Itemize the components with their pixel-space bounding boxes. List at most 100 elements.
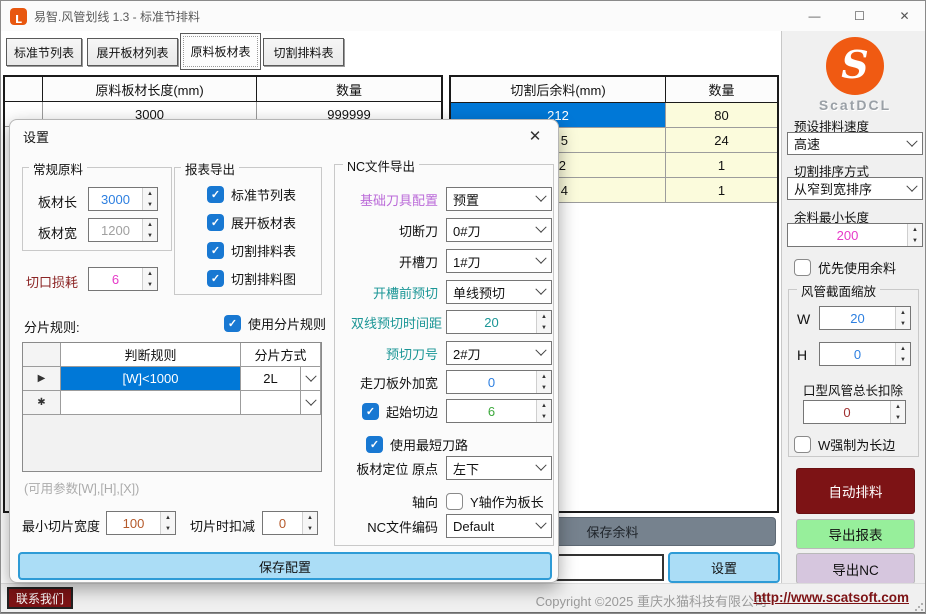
checkbox-icon[interactable] — [794, 436, 811, 453]
spin-up-icon[interactable] — [161, 512, 175, 523]
spin-up-icon[interactable] — [537, 400, 551, 411]
tab-raw-sheet-table[interactable]: 原料板材表 — [180, 33, 261, 70]
spin-up-icon[interactable] — [891, 401, 905, 412]
save-config-button[interactable]: 保存配置 — [18, 552, 552, 580]
export-report-button[interactable]: 导出报表 — [796, 519, 915, 549]
min-slice-width-stepper[interactable]: 100 — [106, 511, 176, 535]
double-precut-gap-stepper[interactable]: 20 — [446, 310, 552, 334]
tab-standard-section-list[interactable]: 标准节列表 — [6, 38, 82, 66]
spin-up-icon[interactable] — [143, 268, 157, 279]
extra-width-stepper[interactable]: 0 — [446, 370, 552, 394]
rule-mode-cell[interactable]: 2L — [241, 367, 301, 391]
use-remnant-first-checkbox[interactable]: 优先使用余料 — [794, 258, 896, 277]
spin-down-icon[interactable] — [537, 382, 551, 393]
min-remnant-stepper[interactable]: 200 — [787, 223, 923, 247]
spin-up-icon[interactable] — [537, 311, 551, 322]
stock-qty-header[interactable]: 数量 — [257, 77, 441, 102]
report-item-checkbox[interactable]: 标准节列表 — [207, 185, 296, 204]
precut-mode-select[interactable]: 单线预切 — [446, 280, 552, 304]
h-stepper[interactable]: 0 — [819, 342, 911, 366]
maximize-icon[interactable]: ☐ — [837, 1, 882, 31]
sort-select[interactable]: 从窄到宽排序 — [787, 177, 923, 200]
rule-mode-dropdown[interactable] — [301, 391, 321, 415]
report-item-checkbox[interactable]: 展开板材表 — [207, 213, 296, 232]
stock-length-header[interactable]: 原料板材长度(mm) — [43, 77, 257, 102]
dialog-close-icon[interactable]: ✕ — [524, 125, 546, 147]
title-bar: L 易智.风管划线 1.3 - 标准节排料 — ☐ ✕ — [1, 1, 926, 31]
cutoff-tool-select[interactable]: 0#刀 — [446, 218, 552, 242]
remnant-qty-cell[interactable]: 80 — [666, 103, 777, 128]
remnant-qty-cell[interactable]: 1 — [666, 153, 777, 178]
rule-mode-header[interactable]: 分片方式 — [241, 343, 321, 367]
remnant-header[interactable]: 切割后余料(mm) — [451, 77, 666, 103]
spin-up-icon[interactable] — [143, 219, 157, 230]
contact-us-button[interactable]: 联系我们 — [7, 587, 73, 609]
nc-encoding-select[interactable]: Default — [446, 514, 552, 538]
checkbox-checked-icon[interactable] — [207, 242, 224, 259]
rule-condition-cell[interactable]: [W]<1000 — [61, 367, 241, 391]
speed-select[interactable]: 高速 — [787, 132, 923, 155]
spin-down-icon[interactable] — [143, 199, 157, 210]
rule-condition-cell-empty[interactable] — [61, 391, 241, 415]
spin-up-icon[interactable] — [143, 188, 157, 199]
groove-tool-select[interactable]: 1#刀 — [446, 249, 552, 273]
spin-down-icon[interactable] — [896, 318, 910, 329]
start-edge-stepper[interactable]: 6 — [446, 399, 552, 423]
rule-mode-cell-empty[interactable] — [241, 391, 301, 415]
minimize-icon[interactable]: — — [792, 1, 837, 31]
sheet-width-stepper[interactable]: 1200 — [88, 218, 158, 242]
kerf-loss-stepper[interactable]: 6 — [88, 267, 158, 291]
settings-button[interactable]: 设置 — [668, 552, 780, 583]
remnant-qty-cell[interactable]: 24 — [666, 128, 777, 153]
checkbox-checked-icon[interactable] — [224, 315, 241, 332]
tab-cutting-layout-table[interactable]: 切割排料表 — [263, 38, 344, 66]
spin-down-icon[interactable] — [891, 412, 905, 423]
w-stepper[interactable]: 20 — [819, 306, 911, 330]
spin-down-icon[interactable] — [537, 411, 551, 422]
spin-up-icon[interactable] — [537, 371, 551, 382]
rule-condition-header[interactable]: 判断规则 — [61, 343, 241, 367]
spin-down-icon[interactable] — [896, 354, 910, 365]
checkbox-icon[interactable] — [794, 259, 811, 276]
spin-down-icon[interactable] — [537, 322, 551, 333]
checkbox-checked-icon[interactable] — [207, 270, 224, 287]
checkbox-checked-icon[interactable] — [362, 403, 379, 420]
sheet-origin-select[interactable]: 左下 — [446, 456, 552, 480]
spin-down-icon[interactable] — [303, 523, 317, 534]
spin-down-icon[interactable] — [161, 523, 175, 534]
slice-deduct-stepper[interactable]: 0 — [262, 511, 318, 535]
rule-row-new[interactable]: ✱ — [23, 391, 321, 415]
checkbox-icon[interactable] — [446, 493, 463, 510]
start-edge-checkbox[interactable]: 起始切边 — [342, 402, 446, 421]
checkbox-checked-icon[interactable] — [207, 214, 224, 231]
checkbox-checked-icon[interactable] — [366, 436, 383, 453]
base-tool-select[interactable]: 预置 — [446, 187, 552, 211]
spin-up-icon[interactable] — [896, 343, 910, 354]
sheet-length-stepper[interactable]: 3000 — [88, 187, 158, 211]
auto-nest-button[interactable]: 自动排料 — [796, 468, 915, 514]
checkbox-checked-icon[interactable] — [207, 186, 224, 203]
report-item-checkbox[interactable]: 切割排料图 — [207, 269, 296, 288]
spin-down-icon[interactable] — [908, 235, 922, 246]
w-force-long-checkbox[interactable]: W强制为长边 — [794, 435, 895, 454]
y-axis-as-length-checkbox[interactable]: Y轴作为板长 — [446, 492, 552, 511]
remnant-qty-header[interactable]: 数量 — [666, 77, 777, 103]
precut-tool-select[interactable]: 2#刀 — [446, 341, 552, 365]
spin-down-icon[interactable] — [143, 230, 157, 241]
spin-up-icon[interactable] — [908, 224, 922, 235]
shortest-path-checkbox[interactable]: 使用最短刀路 — [366, 432, 576, 456]
spin-up-icon[interactable] — [303, 512, 317, 523]
tab-unfold-sheet-list[interactable]: 展开板材列表 — [87, 38, 178, 66]
use-slice-rules-checkbox[interactable]: 使用分片规则 — [224, 314, 326, 333]
rule-row[interactable]: ▶ [W]<1000 2L — [23, 367, 321, 391]
rule-mode-dropdown[interactable] — [301, 367, 321, 391]
duct-deduct-stepper[interactable]: 0 — [803, 400, 906, 424]
website-link[interactable]: http://www.scatsoft.com — [753, 590, 909, 605]
export-nc-button[interactable]: 导出NC — [796, 553, 915, 584]
resize-grip-icon[interactable] — [914, 602, 923, 611]
spin-up-icon[interactable] — [896, 307, 910, 318]
report-item-checkbox[interactable]: 切割排料表 — [207, 241, 296, 260]
remnant-qty-cell[interactable]: 1 — [666, 178, 777, 203]
close-icon[interactable]: ✕ — [882, 1, 926, 31]
spin-down-icon[interactable] — [143, 279, 157, 290]
